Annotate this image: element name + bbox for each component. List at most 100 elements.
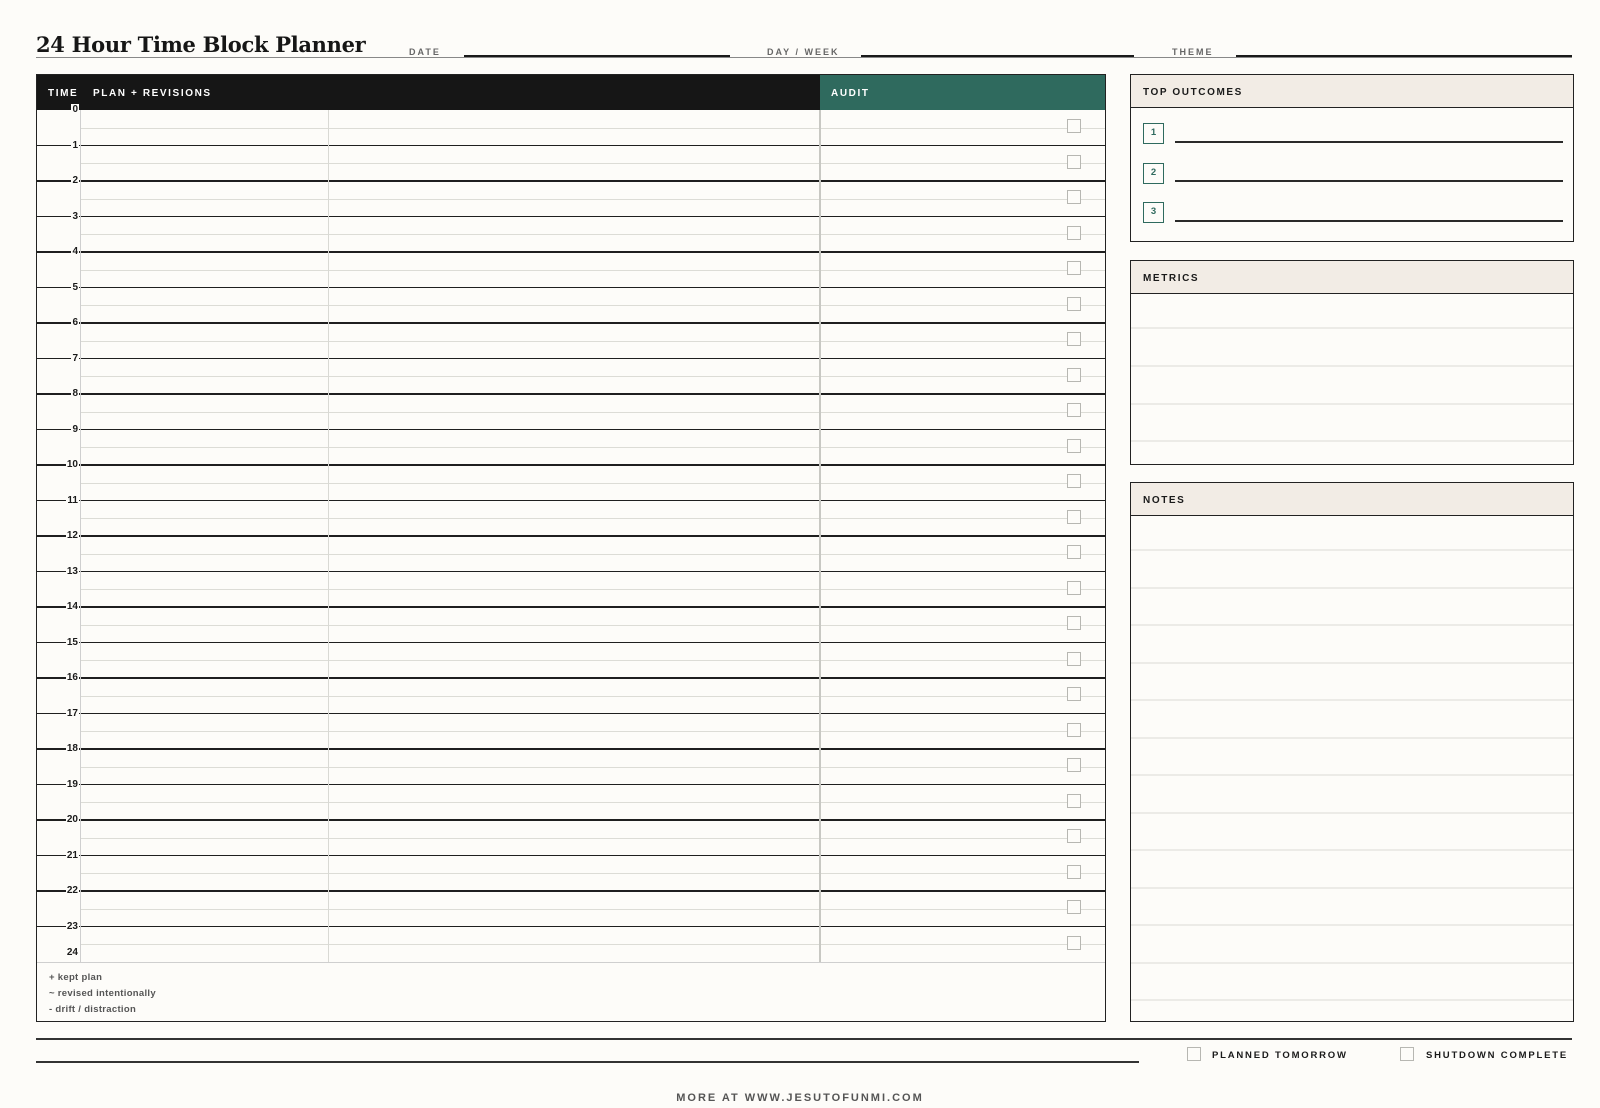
hour-label: 21 — [65, 849, 79, 861]
outcome-number-1: 1 — [1143, 123, 1164, 144]
hour-line — [37, 428, 1105, 430]
audit-checkbox[interactable] — [1067, 687, 1081, 701]
audit-checkbox[interactable] — [1067, 900, 1081, 914]
hour-line — [37, 819, 1105, 821]
notes-line — [1131, 886, 1573, 889]
footer-rule — [36, 1038, 1572, 1040]
planned-tomorrow-checkbox[interactable] — [1187, 1047, 1201, 1061]
audit-checkbox[interactable] — [1067, 722, 1081, 737]
outcome-field-1[interactable] — [1175, 141, 1563, 143]
hour-line — [37, 712, 1105, 714]
half-hour-line — [81, 376, 1105, 378]
notes-line — [1131, 661, 1573, 664]
half-hour-line — [81, 411, 1105, 413]
audit-checkbox[interactable] — [1067, 935, 1081, 950]
hour-label: 15 — [65, 636, 79, 648]
hour-line — [37, 890, 1105, 892]
notes-line — [1131, 586, 1573, 589]
audit-checkbox[interactable] — [1067, 758, 1081, 772]
audit-checkbox[interactable] — [1067, 829, 1081, 843]
day-week-field[interactable] — [861, 55, 1134, 57]
hour-line — [37, 499, 1105, 501]
metrics-panel[interactable]: METRICS — [1130, 260, 1574, 465]
metrics-title: METRICS — [1143, 273, 1200, 284]
metrics-line — [1131, 403, 1573, 405]
audit-checkbox[interactable] — [1067, 793, 1081, 808]
hour-label: 8 — [71, 388, 79, 399]
legend-drift: - drift / distraction — [49, 1004, 137, 1015]
audit-checkbox[interactable] — [1067, 403, 1081, 417]
metrics-line — [1131, 365, 1573, 367]
audit-checkbox[interactable] — [1067, 509, 1081, 524]
audit-checkbox[interactable] — [1067, 616, 1081, 630]
notes-header: NOTES — [1131, 483, 1573, 516]
footer-writing-line[interactable] — [36, 1061, 1139, 1063]
hour-label: 1 — [71, 139, 79, 151]
time-column-header: TIME — [48, 88, 79, 99]
hour-line — [37, 357, 1105, 359]
hour-line — [37, 677, 1105, 679]
hour-line — [37, 641, 1105, 643]
outcome-number-3: 3 — [1143, 202, 1164, 223]
audit-checkbox[interactable] — [1067, 296, 1081, 311]
audit-checkbox[interactable] — [1067, 367, 1081, 382]
date-label: DATE — [409, 47, 441, 57]
audit-checkbox[interactable] — [1067, 651, 1081, 666]
notes-line — [1131, 961, 1573, 964]
audit-checkbox[interactable] — [1067, 225, 1081, 240]
audit-checkbox[interactable] — [1067, 332, 1081, 346]
date-field[interactable] — [464, 55, 730, 57]
half-hour-line — [81, 447, 1105, 449]
time-column-divider — [80, 110, 81, 963]
hour-label: 4 — [71, 246, 79, 257]
theme-label: THEME — [1172, 47, 1214, 57]
plan-revision-divider — [328, 110, 329, 963]
half-hour-line — [81, 234, 1105, 236]
hour-label: 19 — [65, 778, 79, 790]
outcome-field-2[interactable] — [1175, 180, 1563, 182]
half-hour-line — [81, 660, 1105, 662]
half-hour-line — [81, 305, 1105, 307]
metrics-header: METRICS — [1131, 261, 1573, 294]
notes-line — [1131, 624, 1573, 626]
notes-panel[interactable]: NOTES — [1130, 482, 1574, 1022]
half-hour-line — [81, 695, 1105, 697]
audit-checkbox[interactable] — [1067, 438, 1081, 453]
hour-label: 16 — [65, 672, 79, 683]
plan-column-header: PLAN + REVISIONS — [93, 88, 212, 99]
theme-field[interactable] — [1236, 55, 1572, 57]
audit-checkbox[interactable] — [1067, 261, 1081, 275]
hour-label: 14 — [65, 601, 79, 612]
audit-column-header: AUDIT — [831, 88, 870, 99]
audit-checkbox[interactable] — [1067, 545, 1081, 559]
top-outcomes-title: TOP OUTCOMES — [1143, 87, 1243, 98]
hour-line — [37, 144, 1105, 146]
outcome-number-2: 2 — [1143, 163, 1164, 184]
audit-checkbox[interactable] — [1067, 119, 1081, 133]
notes-line — [1131, 699, 1573, 701]
audit-checkbox[interactable] — [1067, 154, 1081, 169]
hour-label: 22 — [65, 885, 79, 896]
audit-checkbox[interactable] — [1067, 190, 1081, 204]
half-hour-line — [81, 589, 1105, 591]
audit-checkbox[interactable] — [1067, 864, 1081, 879]
audit-checkbox[interactable] — [1067, 580, 1081, 595]
half-hour-line — [81, 269, 1105, 271]
hour-label: 12 — [65, 530, 79, 541]
half-hour-line — [81, 837, 1105, 839]
half-hour-line — [81, 766, 1105, 768]
shutdown-complete-checkbox[interactable] — [1400, 1047, 1414, 1061]
half-hour-line — [81, 482, 1105, 484]
outcome-field-3[interactable] — [1175, 220, 1563, 222]
shutdown-complete-label: SHUTDOWN COMPLETE — [1426, 1050, 1568, 1061]
hour-line — [37, 535, 1105, 537]
notes-line — [1131, 811, 1573, 814]
hour-label: 20 — [65, 814, 79, 825]
hour-label: 24 — [65, 947, 79, 958]
top-outcomes-panel: TOP OUTCOMES 1 2 3 — [1130, 74, 1574, 242]
hour-label: 10 — [65, 459, 79, 470]
hour-label: 11 — [66, 494, 79, 506]
audit-checkbox[interactable] — [1067, 474, 1081, 488]
hour-line — [37, 215, 1105, 217]
hour-line — [37, 748, 1105, 750]
